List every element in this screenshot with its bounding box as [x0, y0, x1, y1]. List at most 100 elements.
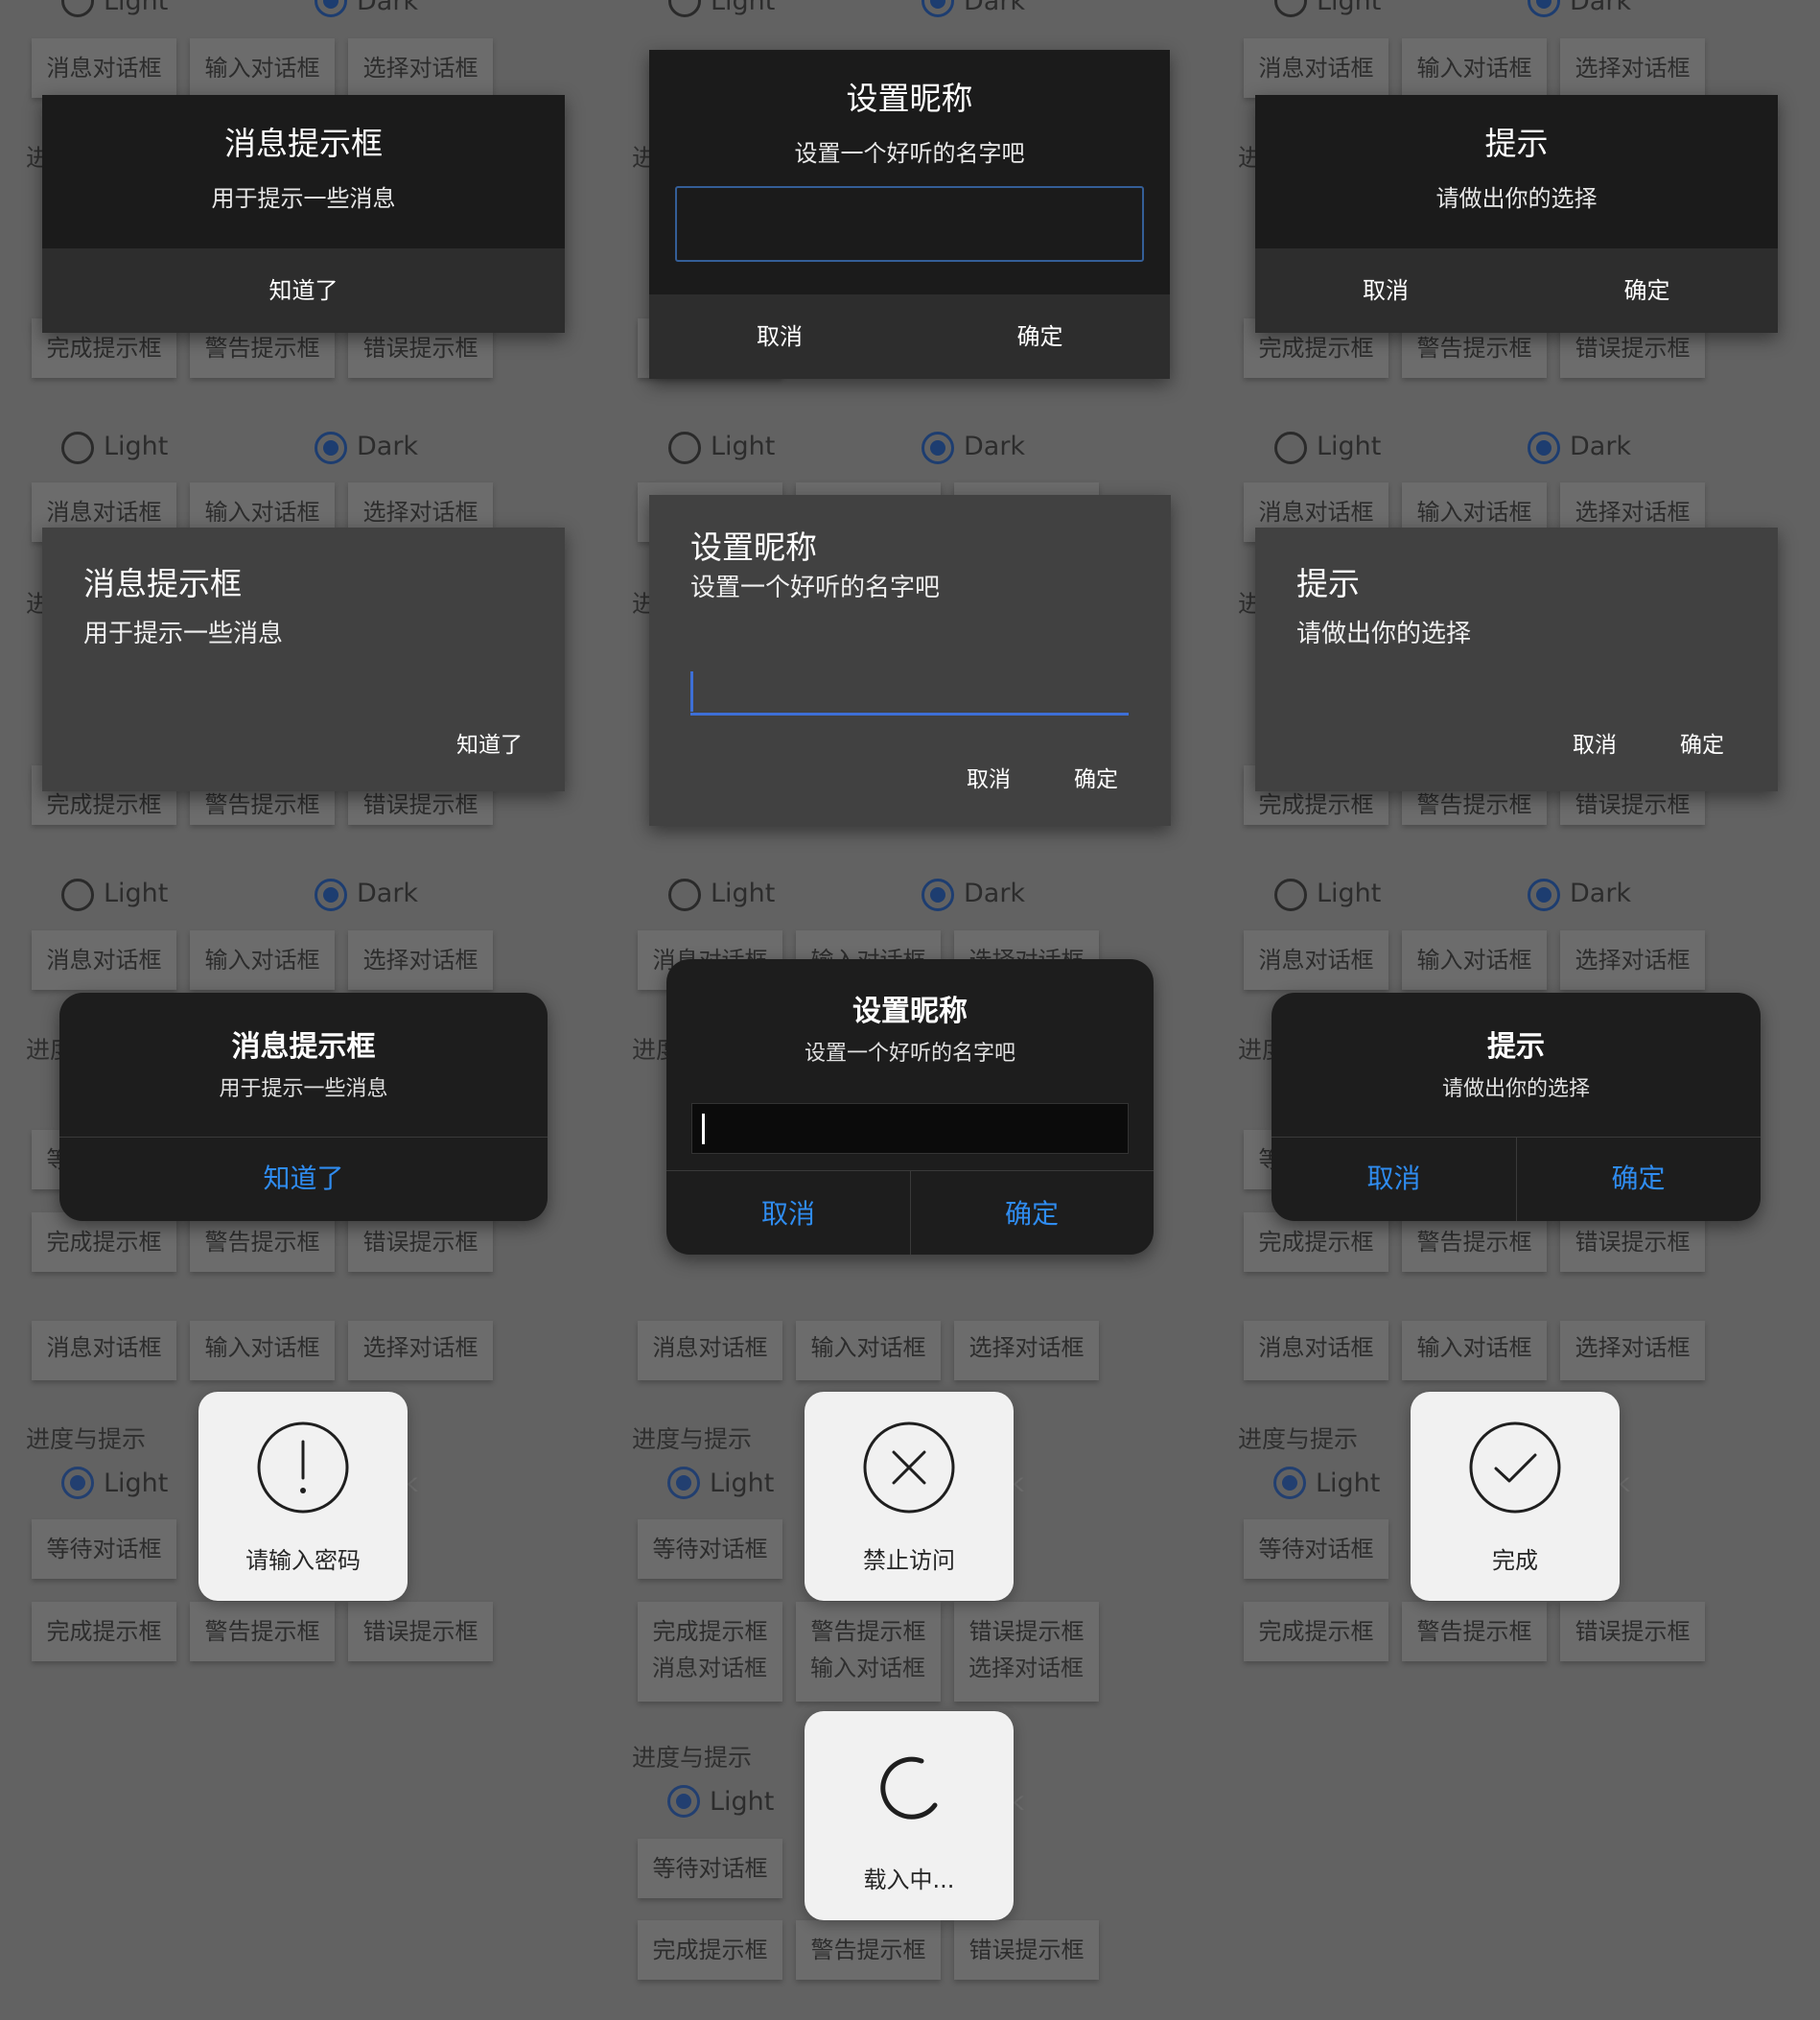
ok-button[interactable]: 知道了: [59, 1165, 548, 1192]
dialog-message: 设置一个好听的名字吧: [804, 1042, 1015, 1066]
dialog-message: 请做出你的选择: [1441, 1077, 1590, 1101]
radio-dark[interactable]: [922, 432, 954, 464]
message-dialog-button[interactable]: 消息对话框: [32, 38, 176, 98]
dialog-title: 设置昵称: [852, 995, 968, 1028]
radio-dark[interactable]: [1528, 0, 1560, 17]
radio-light[interactable]: [61, 0, 94, 17]
radio-dark[interactable]: [315, 432, 347, 464]
error-toast-button[interactable]: 错误提示框: [1560, 1212, 1705, 1272]
radio-light[interactable]: [667, 1785, 700, 1818]
input-dialog-button[interactable]: 输入对话框: [1402, 1321, 1547, 1380]
ok-button[interactable]: 确定: [1074, 769, 1118, 791]
toast-label: 载入中...: [863, 1867, 955, 1893]
dialog-message: 用于提示一些消息: [211, 185, 396, 212]
ok-button[interactable]: 确定: [910, 325, 1170, 348]
error-toast-button[interactable]: 错误提示框: [954, 1920, 1099, 1980]
wait-dialog-button[interactable]: 等待对话框: [1244, 1519, 1388, 1579]
select-dialog-button[interactable]: 选择对话框: [348, 1321, 493, 1380]
message-dialog-button[interactable]: 消息对话框: [32, 1321, 176, 1380]
radio-light-label: Light: [711, 0, 776, 16]
input-dialog-button[interactable]: 输入对话框: [1402, 930, 1547, 990]
radio-dark[interactable]: [922, 879, 954, 911]
error-toast-button[interactable]: 错误提示框: [348, 1602, 493, 1661]
select-dialog-button[interactable]: 选择对话框: [348, 930, 493, 990]
cancel-button[interactable]: 取消: [1272, 1165, 1516, 1192]
ok-button[interactable]: 确定: [1680, 735, 1724, 757]
warning-toast-button[interactable]: 警告提示框: [1402, 1212, 1547, 1272]
warning-toast-button[interactable]: 警告提示框: [1402, 1602, 1547, 1661]
nickname-input[interactable]: [675, 186, 1144, 262]
select-dialog-button[interactable]: 选择对话框: [1560, 38, 1705, 98]
error-toast-button[interactable]: 错误提示框: [1560, 1602, 1705, 1661]
radio-light[interactable]: [1274, 0, 1307, 17]
radio-dark-label: Dark: [964, 432, 1026, 461]
radio-dark[interactable]: [1528, 432, 1560, 464]
ok-button[interactable]: 知道了: [42, 279, 565, 302]
input-dialog-button[interactable]: 输入对话框: [1402, 38, 1547, 98]
radio-light[interactable]: [61, 1467, 94, 1499]
radio-dark[interactable]: [315, 879, 347, 911]
ok-button[interactable]: 确定: [1516, 1165, 1761, 1192]
radio-light[interactable]: [1274, 879, 1307, 911]
input-dialog: 设置昵称 设置一个好听的名字吧 取消 确定: [649, 50, 1170, 379]
message-dialog: 消息提示框 用于提示一些消息 知道了: [59, 993, 548, 1221]
ok-button[interactable]: 确定: [1516, 279, 1778, 302]
input-dialog-button[interactable]: 输入对话框: [190, 1321, 335, 1380]
error-toast-button[interactable]: 错误提示框: [348, 1212, 493, 1272]
radio-light-label: Light: [710, 1787, 775, 1817]
text-cursor: [690, 671, 693, 712]
radio-light-label: Light: [104, 0, 169, 16]
wait-dialog-button[interactable]: 等待对话框: [32, 1519, 176, 1579]
radio-dark[interactable]: [315, 0, 347, 17]
message-dialog-button[interactable]: 消息对话框: [1244, 930, 1388, 990]
warning-toast-button[interactable]: 警告提示框: [190, 1602, 335, 1661]
radio-light[interactable]: [1274, 432, 1307, 464]
dialog-title: 消息提示框: [83, 565, 242, 602]
dialog-title: 设置昵称: [846, 80, 973, 117]
warning-toast-button[interactable]: 警告提示框: [796, 1920, 941, 1980]
done-toast-button[interactable]: 完成提示框: [638, 1602, 782, 1702]
done-toast-button[interactable]: 完成提示框: [638, 1920, 782, 1980]
cancel-button[interactable]: 取消: [967, 769, 1011, 791]
input-dialog-button[interactable]: 输入对话框: [190, 38, 335, 98]
message-dialog-button[interactable]: 消息对话框: [638, 1321, 782, 1380]
input-dialog-button[interactable]: 输入对话框: [190, 930, 335, 990]
radio-light[interactable]: [668, 0, 701, 17]
done-toast-button[interactable]: 完成提示框: [32, 1212, 176, 1272]
done-toast-button[interactable]: 完成提示框: [32, 1602, 176, 1661]
message-dialog-button[interactable]: 消息对话框: [32, 930, 176, 990]
radio-light[interactable]: [667, 1467, 700, 1499]
done-toast-button[interactable]: 完成提示框: [1244, 1212, 1388, 1272]
radio-light[interactable]: [1273, 1467, 1306, 1499]
warning-toast-button[interactable]: 警告提示框: [190, 1212, 335, 1272]
select-dialog-button[interactable]: 选择对话框: [1560, 930, 1705, 990]
radio-light[interactable]: [61, 879, 94, 911]
ok-button[interactable]: 知道了: [456, 735, 523, 757]
select-dialog-button[interactable]: 选择对话框: [348, 38, 493, 98]
wait-dialog-button[interactable]: 等待对话框: [638, 1519, 782, 1579]
cancel-button[interactable]: 取消: [666, 1201, 910, 1228]
nickname-input[interactable]: [691, 1103, 1129, 1154]
radio-light[interactable]: [61, 432, 94, 464]
select-dialog-button[interactable]: 选择对话框: [1560, 1321, 1705, 1380]
radio-dark[interactable]: [1528, 879, 1560, 911]
select-dialog-button[interactable]: 选择对话框: [954, 1321, 1099, 1380]
done-toast-button[interactable]: 完成提示框: [1244, 1602, 1388, 1661]
radio-light[interactable]: [668, 432, 701, 464]
message-dialog-button[interactable]: 消息对话框: [1244, 1321, 1388, 1380]
warning-toast-button[interactable]: 警告提示框: [796, 1602, 941, 1702]
progress-label: 进度与提示: [632, 1425, 753, 1453]
input-dialog-button[interactable]: 输入对话框: [796, 1321, 941, 1380]
cancel-button[interactable]: 取消: [1255, 279, 1516, 302]
exclamation-circle-icon: [257, 1421, 349, 1514]
cancel-button[interactable]: 取消: [649, 325, 910, 348]
message-dialog-button[interactable]: 消息对话框: [1244, 38, 1388, 98]
radio-dark-label: Dark: [357, 879, 419, 908]
nickname-input[interactable]: [690, 668, 1129, 716]
radio-dark[interactable]: [922, 0, 954, 17]
error-toast-button[interactable]: 错误提示框: [954, 1602, 1099, 1702]
radio-light[interactable]: [668, 879, 701, 911]
ok-button[interactable]: 确定: [910, 1201, 1154, 1228]
wait-dialog-button[interactable]: 等待对话框: [638, 1839, 782, 1898]
cancel-button[interactable]: 取消: [1573, 735, 1617, 757]
